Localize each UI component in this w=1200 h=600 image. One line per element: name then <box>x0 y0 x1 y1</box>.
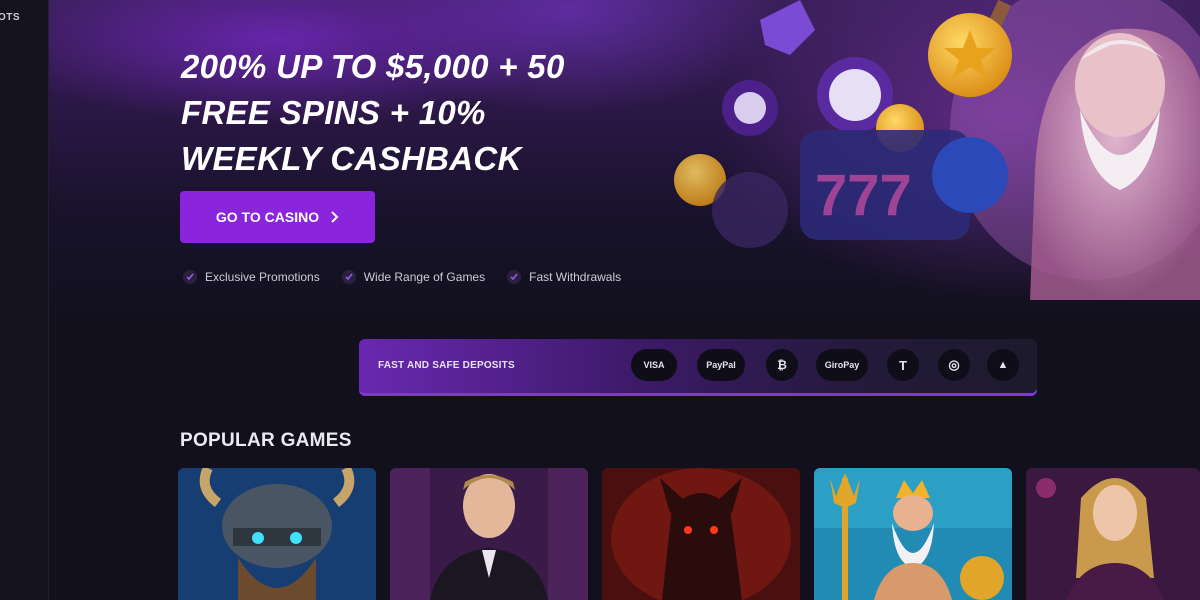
popular-games-title: POPULAR GAMES <box>180 430 352 451</box>
hellhound-image <box>602 468 800 600</box>
viking-warrior-image <box>178 468 376 600</box>
paypal-icon[interactable]: PayPal <box>697 349 745 381</box>
visa-icon[interactable]: VISA <box>631 349 677 381</box>
game-tile-hellhound[interactable] <box>602 468 800 600</box>
crypto-coin-icon[interactable]: ◎ <box>938 349 970 381</box>
hero-illustration: 777 <box>674 0 1200 300</box>
feature-label: Exclusive Promotions <box>205 270 320 284</box>
feature-label: Fast Withdrawals <box>529 270 622 284</box>
tron-icon[interactable]: ▲ <box>987 349 1019 381</box>
poseidon-image <box>814 468 1012 600</box>
feature-item: Wide Range of Games <box>341 270 486 284</box>
game-tile-poseidon[interactable] <box>814 468 1012 600</box>
check-icon <box>183 270 197 284</box>
chevron-right-icon <box>331 211 339 223</box>
feature-list: Exclusive Promotions Wide Range of Games… <box>183 270 621 284</box>
giropay-icon[interactable]: GiroPay <box>816 349 868 381</box>
left-sidebar: OTS <box>0 0 49 600</box>
hero-headline: 200% UP TO $5,000 + 50 FREE SPINS + 10% … <box>181 48 565 177</box>
cta-label: GO TO CASINO <box>215 209 320 225</box>
male-dealer-image <box>390 468 588 600</box>
check-icon <box>341 270 356 284</box>
game-tile-female-dealer[interactable] <box>1026 468 1200 600</box>
check-icon <box>507 270 522 284</box>
tether-icon[interactable]: T <box>887 349 919 381</box>
feature-item: Exclusive Promotions <box>183 270 320 284</box>
game-tile-viking[interactable] <box>178 468 376 600</box>
deposits-bar: FAST AND SAFE DEPOSITS VISA PayPal ₿ Gir… <box>359 339 1037 393</box>
bitcoin-icon[interactable]: ₿ <box>766 349 798 381</box>
feature-label: Wide Range of Games <box>363 270 486 284</box>
go-to-casino-button[interactable]: GO TO CASINO <box>180 191 375 243</box>
feature-item: Fast Withdrawals <box>507 270 621 284</box>
sidebar-item-slots[interactable]: OTS <box>0 12 20 23</box>
deposits-label: FAST AND SAFE DEPOSITS <box>378 360 515 371</box>
female-dealer-image <box>1026 468 1200 600</box>
game-tile-dealer[interactable] <box>390 468 588 600</box>
svg-text:777: 777 <box>815 163 912 228</box>
